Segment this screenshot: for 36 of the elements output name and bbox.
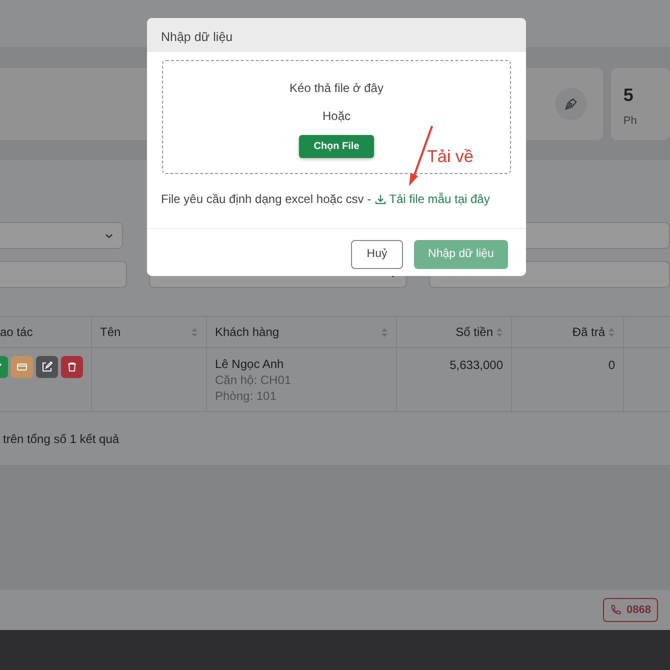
download-icon [375, 194, 386, 204]
sort-icon [608, 326, 615, 338]
modal-title: Nhập dữ liệu [147, 18, 526, 52]
column-header[interactable]: Khách hàng [207, 317, 397, 348]
sort-icon [191, 326, 198, 338]
sort-icon [381, 326, 388, 338]
table-cell: 5,633,000 [450, 358, 503, 372]
pen-icon [555, 88, 588, 120]
edit-button[interactable] [36, 356, 58, 378]
phone-icon [610, 604, 622, 616]
cancel-button[interactable]: Huỷ [351, 240, 403, 269]
column-header[interactable]: Số tiền [397, 317, 512, 348]
edit-icon [41, 361, 53, 373]
column-header: ao tác [0, 317, 92, 348]
drop-text: Kéo thả file ở đây [290, 80, 384, 97]
hint-text: File yêu cầu định dạng excel hoặc csv - [161, 191, 372, 208]
customer-name: Lê Ngọc Anh [215, 356, 285, 372]
customer-detail: Căn hộ: CH01 [215, 372, 292, 388]
sort-icon [496, 326, 503, 338]
column-header[interactable]: Tên [92, 317, 207, 348]
trash-icon [66, 361, 78, 373]
phone-button[interactable]: 0868 [602, 598, 658, 622]
stat-label: Ph [623, 114, 638, 129]
download-link[interactable]: Tải file mẫu tại đây [375, 190, 490, 208]
input-field[interactable] [0, 261, 127, 288]
customer-detail: Phòng: 101 [215, 388, 278, 404]
or-text: Hoặc [322, 108, 350, 125]
pagination-text: trên tổng số 1 kết quả [3, 432, 120, 446]
stat-value: 5 [623, 84, 634, 107]
table-cell: 0 [608, 358, 615, 372]
column-header[interactable]: Đã trả [512, 317, 624, 348]
annotation-text: Tải về [427, 146, 474, 168]
delete-button[interactable] [61, 356, 83, 378]
card-icon [16, 361, 28, 373]
choose-file-button[interactable]: Chọn File [298, 135, 374, 158]
select-field[interactable] [0, 222, 123, 249]
